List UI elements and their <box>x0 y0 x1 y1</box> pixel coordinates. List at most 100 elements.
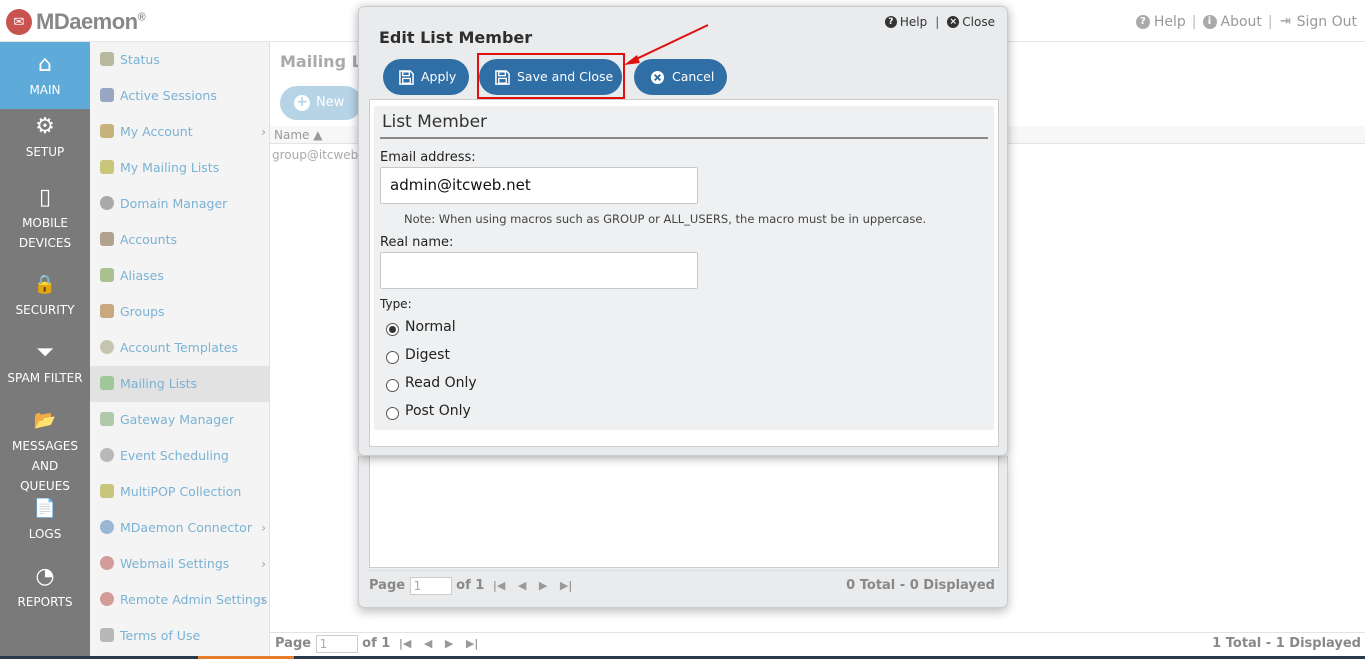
dialog-help-link[interactable]: Help <box>900 15 927 29</box>
subnav-item-accounts[interactable]: Accounts <box>90 222 270 258</box>
sessions-icon <box>100 88 114 102</box>
subnav-item-account-templates[interactable]: Account Templates <box>90 330 270 366</box>
help-icon: ? <box>1135 15 1150 29</box>
sidebar-item-logs[interactable]: 📄 LOGS <box>0 496 90 548</box>
help-link[interactable]: Help <box>1154 14 1186 30</box>
first-page-icon[interactable]: |◀ <box>493 579 505 592</box>
filter-icon: ⏷ <box>36 340 54 365</box>
pager-of-label: of 1 <box>456 578 485 593</box>
logo-text: MDaemon® <box>36 9 146 34</box>
remote-admin-icon <box>100 592 114 606</box>
dialog-list-area: Page 1 of 1 |◀ ◀ ▶ ▶| 0 Total - 0 Displa… <box>358 456 1008 608</box>
last-page-icon[interactable]: ▶| <box>560 579 572 592</box>
sidebar-item-messages-and-queues[interactable]: 📂 MESSAGES AND QUEUES <box>0 408 90 493</box>
pager-total: 1 Total - 1 Displayed <box>1212 636 1361 651</box>
subnav-label: Aliases <box>120 268 164 283</box>
next-page-icon[interactable]: ▶ <box>539 579 547 592</box>
about-link[interactable]: About <box>1221 14 1262 30</box>
dialog-title: Edit List Member <box>379 28 533 47</box>
type-label: Type: <box>380 297 412 311</box>
radio-normal[interactable] <box>386 323 399 336</box>
nav-separator: | <box>1191 14 1197 30</box>
last-page-icon[interactable]: ▶| <box>466 637 478 650</box>
groups-icon <box>100 304 114 318</box>
subnav-item-mailing-lists[interactable]: Mailing Lists <box>90 366 270 402</box>
subnav-label: Accounts <box>120 232 177 247</box>
subnav-item-status[interactable]: Status <box>90 42 270 78</box>
subnav-item-webmail-settings[interactable]: Webmail Settings › <box>90 546 270 582</box>
cancel-label: Cancel <box>672 69 715 84</box>
edit-list-member-dialog: Edit List Member ? Help | × Close Apply … <box>358 6 1008 456</box>
dialog-close-link[interactable]: Close <box>962 15 995 29</box>
pager-total: 0 Total - 0 Displayed <box>846 578 995 593</box>
dialog-links: ? Help | × Close <box>884 15 995 29</box>
subnav-item-groups[interactable]: Groups <box>90 294 270 330</box>
sidebar-item-security[interactable]: 🔒 SECURITY <box>0 272 90 324</box>
top-nav: ? Help | i About | ⇥ Sign Out <box>1135 14 1357 30</box>
mailing-lists-icon <box>100 160 114 174</box>
radio-read-only[interactable] <box>386 379 399 392</box>
dialog-page-number-input[interactable]: 1 <box>409 576 452 595</box>
mdaemon-logo-icon: ✉ <box>6 9 32 35</box>
subnav-item-remote-admin-settings[interactable]: Remote Admin Settings › <box>90 582 270 618</box>
subnav-label: Active Sessions <box>120 88 217 103</box>
subnav-item-my-account[interactable]: My Account › <box>90 114 270 150</box>
sidebar-item-spam-filter[interactable]: ⏷ SPAM FILTER <box>0 340 90 392</box>
subnav-item-my-mailing-lists[interactable]: My Mailing Lists <box>90 150 270 186</box>
email-field[interactable]: admin@itcweb.net <box>380 167 698 204</box>
prev-page-icon[interactable]: ◀ <box>424 637 432 650</box>
subnav-item-mdaemon-connector[interactable]: MDaemon Connector › <box>90 510 270 546</box>
real-name-field[interactable] <box>380 252 698 289</box>
new-button[interactable]: + New <box>280 86 362 120</box>
sign-out-link[interactable]: Sign Out <box>1297 14 1357 30</box>
home-icon: ⌂ <box>38 52 52 77</box>
sidebar-item-setup[interactable]: ⚙ SETUP <box>0 114 90 178</box>
sidebar-item-main[interactable]: ⌂ MAIN <box>0 42 90 109</box>
lock-icon: 🔒 <box>33 274 57 295</box>
subnav-item-domain-manager[interactable]: Domain Manager <box>90 186 270 222</box>
help-icon: ? <box>884 16 897 28</box>
sidebar-item-mobile-devices[interactable]: ▯ MOBILE DEVICES <box>0 185 90 253</box>
status-icon <box>100 52 114 66</box>
chevron-right-icon: › <box>261 557 266 571</box>
pager-of-label: of 1 <box>362 636 391 651</box>
connector-icon <box>100 520 114 534</box>
subnav-label: My Mailing Lists <box>120 160 220 175</box>
subnav-item-event-scheduling[interactable]: Event Scheduling <box>90 438 270 474</box>
cancel-icon <box>650 70 665 85</box>
subnav-item-terms-of-use[interactable]: Terms of Use <box>90 618 270 654</box>
highlight-box <box>477 53 625 99</box>
subnav-item-multipop-collection[interactable]: MultiPOP Collection <box>90 474 270 510</box>
next-page-icon[interactable]: ▶ <box>445 637 453 650</box>
subnav-item-gateway-manager[interactable]: Gateway Manager <box>90 402 270 438</box>
radio-label-digest: Digest <box>405 347 450 363</box>
secondary-nav: Status Active Sessions My Account › My Ma… <box>90 42 270 656</box>
section-title: List Member <box>382 112 488 132</box>
list-member-form: List Member Email address: admin@itcweb.… <box>374 106 994 430</box>
macro-note: Note: When using macros such as GROUP or… <box>404 212 927 226</box>
apply-button[interactable]: Apply <box>383 59 469 95</box>
webmail-icon <box>100 556 114 570</box>
table-row[interactable]: group@itcweb. <box>272 148 362 162</box>
radio-label-normal: Normal <box>405 319 456 335</box>
multipop-icon <box>100 484 114 498</box>
save-icon <box>399 70 414 85</box>
mdaemon-logo[interactable]: ✉ MDaemon® <box>6 8 146 36</box>
primary-sidebar: ⌂ MAIN ⚙ SETUP ▯ MOBILE DEVICES 🔒 SECURI… <box>0 42 90 659</box>
first-page-icon[interactable]: |◀ <box>399 637 411 650</box>
apply-label: Apply <box>421 69 457 84</box>
prev-page-icon[interactable]: ◀ <box>518 579 526 592</box>
mailing-list-icon <box>100 376 114 390</box>
page-number-input[interactable]: 1 <box>315 634 358 653</box>
radio-label-read-only: Read Only <box>405 375 477 391</box>
subnav-label: Status <box>120 52 160 67</box>
sidebar-item-reports[interactable]: ◔ REPORTS <box>0 564 90 616</box>
cancel-button[interactable]: Cancel <box>634 59 727 95</box>
subnav-item-active-sessions[interactable]: Active Sessions <box>90 78 270 114</box>
nav-separator: | <box>1267 14 1273 30</box>
radio-post-only[interactable] <box>386 407 399 420</box>
subnav-item-aliases[interactable]: Aliases <box>90 258 270 294</box>
radio-digest[interactable] <box>386 351 399 364</box>
domain-icon <box>100 196 114 210</box>
mobile-icon: ▯ <box>38 185 52 210</box>
